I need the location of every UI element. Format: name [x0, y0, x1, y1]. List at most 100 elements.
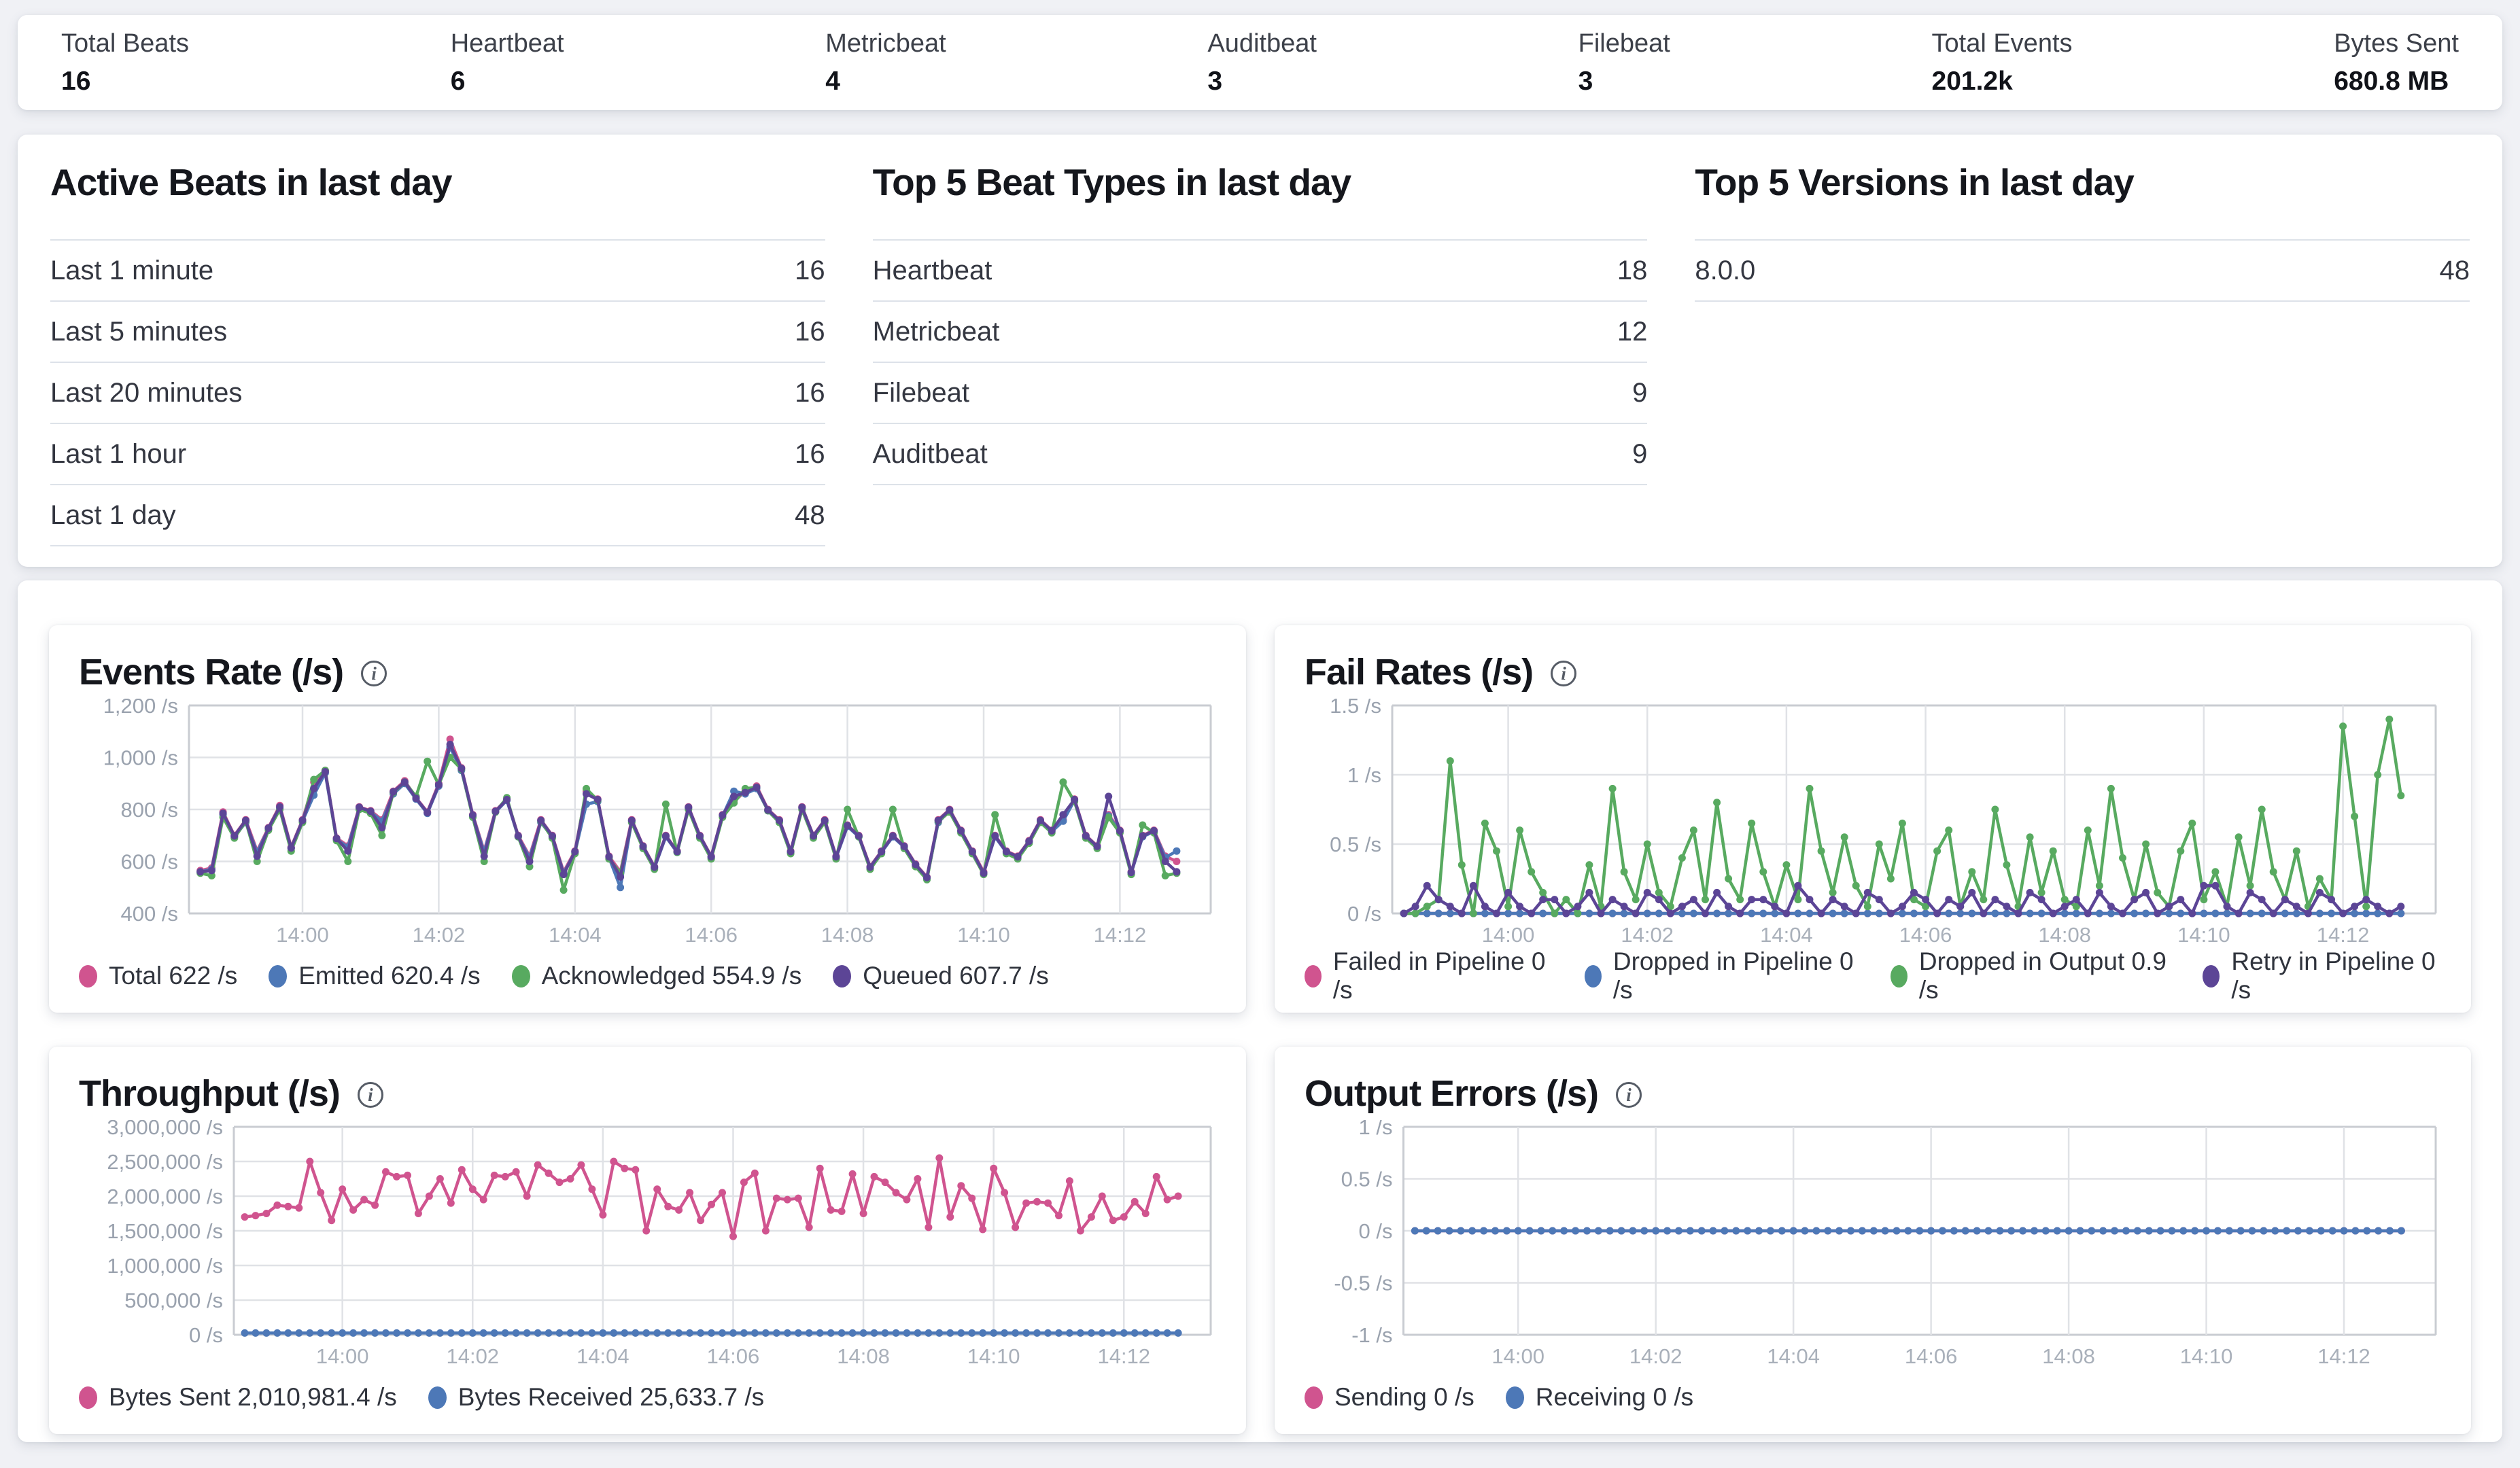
svg-text:600 /s: 600 /s — [121, 850, 178, 874]
svg-text:2,000,000 /s: 2,000,000 /s — [107, 1185, 223, 1208]
summary-row: Last 20 minutes16 — [50, 362, 825, 423]
summary-panel: Top 5 Beat Types in last dayHeartbeat18M… — [873, 162, 1648, 546]
info-icon[interactable]: i — [1551, 661, 1576, 686]
svg-text:0.5 /s: 0.5 /s — [1330, 833, 1381, 856]
panel-title: Active Beats in last day — [50, 162, 825, 203]
summary-row: Last 5 minutes16 — [50, 300, 825, 362]
legend: Total 622 /sEmitted 620.4 /sAcknowledged… — [79, 956, 1219, 996]
charts-container: Events Rate (/s) i 1,200 /s1,000 /s800 /… — [18, 580, 2502, 1442]
legend-label: Failed in Pipeline 0 /s — [1333, 947, 1553, 1004]
summary-rows: 8.0.0 48 — [1695, 239, 2470, 302]
svg-text:14:12: 14:12 — [2317, 923, 2370, 947]
row-value: 16 — [795, 256, 825, 286]
stat-item: Metricbeat 4 — [825, 29, 946, 97]
legend-dot-icon — [1305, 1386, 1323, 1409]
legend-label: Total 622 /s — [109, 962, 237, 990]
svg-text:14:04: 14:04 — [1767, 1344, 1820, 1368]
stat-item: Total Beats16 — [61, 29, 189, 97]
stat-label: Bytes Sent — [2334, 29, 2459, 58]
svg-text:0 /s: 0 /s — [1359, 1219, 1393, 1243]
legend-dot-icon — [79, 1386, 97, 1409]
summary-panel: Top 5 Versions in last day 8.0.0 48 — [1695, 162, 2470, 546]
stat-value: 680.8 MB — [2334, 67, 2459, 97]
svg-text:14:00: 14:00 — [1482, 923, 1535, 947]
row-label: 8.0.0 — [1695, 256, 1755, 286]
svg-text:1,000 /s: 1,000 /s — [103, 746, 178, 770]
legend-label: Receiving 0 /s — [1536, 1383, 1693, 1412]
chart-plot[interactable]: 1.5 /s1 /s0.5 /s0 /s14:0014:0214:0414:06… — [1305, 699, 2444, 951]
stat-item: Filebeat3 — [1578, 29, 1670, 97]
legend-label: Retry in Pipeline 0 /s — [2231, 947, 2444, 1004]
svg-text:14:06: 14:06 — [1899, 923, 1952, 947]
svg-text:1 /s: 1 /s — [1359, 1120, 1393, 1139]
chart-title-row: Output Errors (/s) i — [1305, 1067, 2444, 1120]
stats-bar: Total Beats16 Heartbeat6 Metricbeat 4 Auditb… — [18, 15, 2502, 110]
legend-item: Retry in Pipeline 0 /s — [2203, 947, 2444, 1004]
summary-row: Metricbeat12 — [873, 300, 1648, 362]
chart-plot[interactable]: 1 /s0.5 /s0 /s-0.5 /s-1 /s14:0014:0214:0… — [1305, 1120, 2444, 1373]
chart-plot[interactable]: 1,200 /s1,000 /s800 /s600 /s400 /s14:001… — [79, 699, 1219, 951]
svg-text:1,500,000 /s: 1,500,000 /s — [107, 1219, 223, 1243]
summary-row: Auditbeat9 — [873, 423, 1648, 484]
row-value: 16 — [795, 317, 825, 347]
svg-text:14:08: 14:08 — [2042, 1344, 2095, 1368]
output-errors-panel: Output Errors (/s) i 1 /s 0.5 /s 0 /s -0.5 … — [1275, 1047, 2471, 1434]
svg-text:1,000,000 /s: 1,000,000 /s — [107, 1254, 223, 1278]
svg-text:14:10: 14:10 — [2180, 1344, 2233, 1368]
row-label: Last 1 day — [50, 500, 176, 531]
stat-item: Heartbeat6 — [451, 29, 564, 97]
legend-dot-icon — [1506, 1386, 1524, 1409]
legend-dot-icon — [1891, 965, 1908, 988]
legend: Bytes Sent 2,010,981.4 /sBytes Received … — [79, 1377, 1219, 1418]
row-label: Filebeat — [873, 378, 969, 408]
legend-dot-icon — [833, 965, 851, 988]
panel-title: Top 5 Versions in last day — [1695, 162, 2470, 203]
svg-text:14:04: 14:04 — [549, 923, 602, 947]
row-value: 48 — [2439, 256, 2470, 286]
summary-grid: Active Beats in last dayLast 1 minute16L… — [50, 162, 2470, 546]
legend-item: Queued 607.7 /s — [833, 962, 1049, 990]
legend-dot-icon — [1305, 965, 1322, 988]
legend-item: Dropped in Output 0.9 /s — [1891, 947, 2172, 1004]
legend: Sending 0 /sReceiving 0 /s — [1305, 1377, 2444, 1418]
svg-text:14:06: 14:06 — [685, 923, 738, 947]
stat-value: 16 — [61, 67, 189, 97]
chart-plot[interactable]: 3,000,000 /s2,500,000 /s2,000,000 /s1,50… — [79, 1120, 1219, 1373]
legend-dot-icon — [79, 965, 97, 988]
stat-label: Filebeat — [1578, 29, 1670, 58]
svg-text:14:02: 14:02 — [413, 923, 466, 947]
chart-title: Fail Rates (/s) — [1305, 651, 1533, 693]
info-icon[interactable]: i — [361, 661, 387, 686]
row-value: 18 — [1617, 256, 1648, 286]
svg-text:14:02: 14:02 — [446, 1344, 499, 1368]
summary-rows: Heartbeat18Metricbeat12Filebeat9Auditbea… — [873, 239, 1648, 485]
legend-label: Dropped in Output 0.9 /s — [1919, 947, 2172, 1004]
stat-value: 201.2k — [1932, 67, 2073, 97]
svg-text:14:02: 14:02 — [1629, 1344, 1682, 1368]
svg-text:14:06: 14:06 — [707, 1344, 760, 1368]
legend-label: Emitted 620.4 /s — [298, 962, 480, 990]
chart-title: Output Errors (/s) — [1305, 1072, 1598, 1115]
svg-text:-1 /s: -1 /s — [1351, 1323, 1392, 1347]
legend-item: Dropped in Pipeline 0 /s — [1585, 947, 1859, 1004]
stat-label: Heartbeat — [451, 29, 564, 58]
legend-item: Bytes Received 25,633.7 /s — [428, 1383, 764, 1412]
summary-panel: Active Beats in last dayLast 1 minute16L… — [50, 162, 825, 546]
legend-dot-icon — [428, 1386, 447, 1409]
stat-label: Metricbeat — [825, 29, 946, 58]
row-label: Last 1 minute — [50, 256, 213, 286]
svg-text:0.5 /s: 0.5 /s — [1341, 1168, 1393, 1191]
summary-row: Heartbeat 18 — [873, 239, 1648, 300]
info-icon[interactable]: i — [358, 1082, 383, 1108]
info-icon[interactable]: i — [1616, 1082, 1642, 1108]
stat-item: Auditbeat3 — [1207, 29, 1317, 97]
svg-text:2,500,000 /s: 2,500,000 /s — [107, 1150, 223, 1174]
row-value: 9 — [1632, 378, 1647, 408]
stat-value: 4 — [825, 67, 946, 97]
legend-item: Receiving 0 /s — [1506, 1383, 1693, 1412]
svg-text:14:02: 14:02 — [1621, 923, 1674, 947]
svg-text:14:04: 14:04 — [1760, 923, 1813, 947]
svg-text:-0.5 /s: -0.5 /s — [1334, 1272, 1392, 1295]
row-value: 9 — [1632, 439, 1647, 470]
row-label: Heartbeat — [873, 256, 993, 286]
